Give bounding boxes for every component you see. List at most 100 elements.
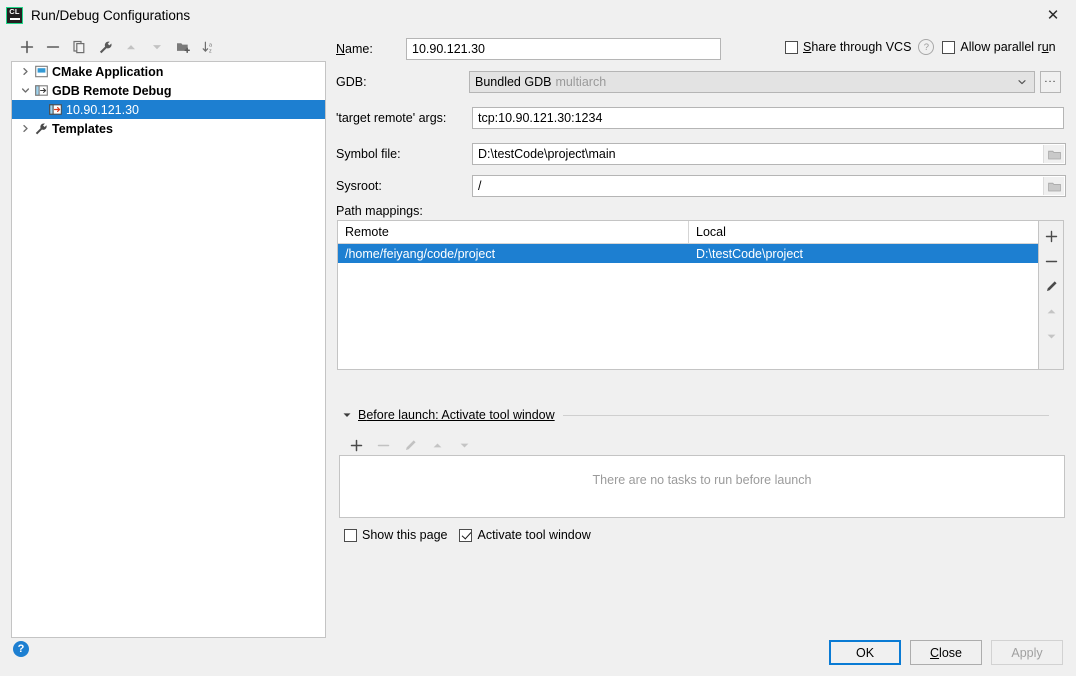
wrench-icon [32, 122, 50, 136]
activate-tool-window-checkbox[interactable]: Activate tool window [459, 528, 591, 542]
before-launch-header[interactable]: Before launch: Activate tool window [342, 408, 1064, 422]
svg-text:z: z [209, 48, 212, 54]
configuration-editor-panel: Name: 10.90.121.30 Share through VCS ? A… [336, 30, 1076, 676]
target-remote-args-input[interactable]: tcp:10.90.121.30:1234 [472, 107, 1064, 129]
folder-browse-icon[interactable] [1043, 145, 1064, 163]
chevron-down-icon[interactable] [18, 86, 32, 95]
folder-browse-icon[interactable] [1043, 177, 1064, 195]
move-configuration-down-button[interactable] [145, 35, 169, 59]
tree-item-label: GDB Remote Debug [52, 83, 172, 98]
gdb-browse-button[interactable]: ... [1040, 71, 1061, 93]
chevron-right-icon[interactable] [18, 124, 32, 133]
before-launch-empty-text: There are no tasks to run before launch [592, 473, 812, 487]
sysroot-input[interactable]: / [472, 175, 1066, 197]
show-this-page-checkbox[interactable]: Show this page [344, 528, 447, 542]
cell-remote: /home/feiyang/code/project [345, 246, 496, 261]
path-mappings-table[interactable]: Remote Local /home/feiyang/code/project … [337, 220, 1039, 370]
symbol-file-row: Symbol file: D:\testCode\project\main [336, 143, 1066, 165]
path-mappings-header: Remote Local [338, 221, 1038, 244]
gdb-combobox[interactable]: Bundled GDB multiarch [469, 71, 1035, 93]
dialog-content: a z CMake Application GDB Remote Debug 1… [0, 30, 1076, 676]
before-launch-task-list[interactable]: There are no tasks to run before launch [339, 455, 1065, 518]
tree-item-label: 10.90.121.30 [66, 102, 139, 117]
edit-task-button[interactable] [398, 433, 422, 457]
share-through-vcs-checkbox-box[interactable] [785, 40, 798, 54]
table-row[interactable]: /home/feiyang/code/project D:\testCode\p… [338, 244, 1038, 263]
column-header-local[interactable]: Local [689, 221, 1038, 243]
sort-alphabetically-button[interactable]: a z [197, 35, 221, 59]
show-this-page-checkbox-box[interactable] [344, 528, 357, 542]
gdb-selected-value: Bundled GDB [475, 75, 552, 89]
before-launch-title-rest: efore launch: Activate tool window [366, 408, 555, 422]
remove-configuration-button[interactable] [41, 35, 65, 59]
add-mapping-button[interactable] [1040, 224, 1063, 249]
add-task-button[interactable] [344, 433, 368, 457]
activate-tool-window-label: Activate tool window [477, 528, 591, 542]
close-button-mnemonic: C [930, 645, 940, 660]
before-launch-separator [562, 414, 1049, 416]
tree-item-gdb-remote-debug[interactable]: GDB Remote Debug [12, 81, 325, 100]
logo-underbar [9, 18, 20, 20]
sysroot-value: / [478, 179, 482, 193]
sysroot-row: Sysroot: / [336, 175, 1066, 197]
activate-tool-window-checkbox-box[interactable] [459, 528, 473, 542]
tree-item-label: CMake Application [52, 64, 164, 79]
path-mappings-side-toolbar [1039, 220, 1064, 370]
run-options-row: Share through VCS ? Allow parallel run [785, 39, 1056, 55]
clion-logo-icon: CL [6, 6, 23, 24]
dialog-buttons: OK Close Apply [829, 640, 1063, 665]
column-header-remote[interactable]: Remote [338, 221, 689, 243]
allow-parallel-run-checkbox-box[interactable] [942, 40, 956, 54]
name-input[interactable]: 10.90.121.30 [406, 38, 721, 60]
path-mappings-label-row: Path mappings: [336, 204, 423, 218]
tree-item-templates[interactable]: Templates [12, 119, 325, 138]
chevron-right-icon[interactable] [18, 67, 32, 76]
before-launch-options-row: Show this page Activate tool window [344, 528, 591, 542]
help-icon[interactable]: ? [13, 641, 29, 657]
window-title: Run/Debug Configurations [31, 7, 191, 23]
move-mapping-down-button[interactable] [1040, 324, 1063, 349]
add-configuration-button[interactable] [15, 35, 39, 59]
new-folder-button[interactable] [171, 35, 195, 59]
remove-mapping-button[interactable] [1040, 249, 1063, 274]
move-mapping-up-button[interactable] [1040, 299, 1063, 324]
collapse-triangle-icon[interactable] [342, 410, 352, 420]
configurations-panel: a z CMake Application GDB Remote Debug 1… [11, 33, 326, 638]
name-label: Name: [336, 42, 373, 56]
tree-item-cmake-application[interactable]: CMake Application [12, 62, 325, 81]
ok-button[interactable]: OK [829, 640, 901, 665]
cmake-app-icon [32, 65, 50, 78]
before-launch-title: Before launch: Activate tool window [358, 408, 555, 422]
tree-item-label: Templates [52, 121, 113, 136]
move-configuration-up-button[interactable] [119, 35, 143, 59]
gdb-selected-value-detail: multiarch [555, 75, 607, 89]
run-debug-configurations-dialog: CL Run/Debug Configurations ✕ a z CMake … [0, 0, 1076, 676]
share-through-vcs-label: Share through VCS [803, 40, 912, 54]
close-icon[interactable]: ✕ [1030, 0, 1076, 30]
move-task-down-button[interactable] [452, 433, 476, 457]
move-task-up-button[interactable] [425, 433, 449, 457]
edit-templates-button[interactable] [93, 35, 117, 59]
cell-local: D:\testCode\project [696, 246, 803, 261]
target-remote-args-row: 'target remote' args: tcp:10.90.121.30:1… [336, 107, 1064, 129]
close-button[interactable]: Close [910, 640, 982, 665]
allow-parallel-run-checkbox[interactable]: Allow parallel run [942, 40, 1056, 54]
path-mappings-label: Path mappings: [336, 204, 423, 218]
edit-mapping-button[interactable] [1040, 274, 1063, 299]
allow-parallel-run-label: Allow parallel run [960, 40, 1056, 54]
symbol-file-input[interactable]: D:\testCode\project\main [472, 143, 1066, 165]
chevron-down-icon[interactable] [1017, 77, 1027, 87]
remove-task-button[interactable] [371, 433, 395, 457]
configurations-tree[interactable]: CMake Application GDB Remote Debug 10.90… [11, 61, 326, 638]
apply-button[interactable]: Apply [991, 640, 1063, 665]
title-bar: CL Run/Debug Configurations ✕ [0, 0, 1076, 30]
share-through-vcs-help-icon[interactable]: ? [918, 39, 935, 55]
name-field-row: Name: 10.90.121.30 [336, 38, 721, 60]
tree-item-10-90-121-30[interactable]: 10.90.121.30 [12, 100, 325, 119]
symbol-file-value: D:\testCode\project\main [478, 147, 616, 161]
copy-configuration-button[interactable] [67, 35, 91, 59]
share-through-vcs-checkbox[interactable]: Share through VCS [785, 40, 911, 54]
symbol-file-label: Symbol file: [336, 147, 401, 161]
show-this-page-label: Show this page [362, 528, 448, 542]
close-button-label: lose [939, 645, 962, 660]
